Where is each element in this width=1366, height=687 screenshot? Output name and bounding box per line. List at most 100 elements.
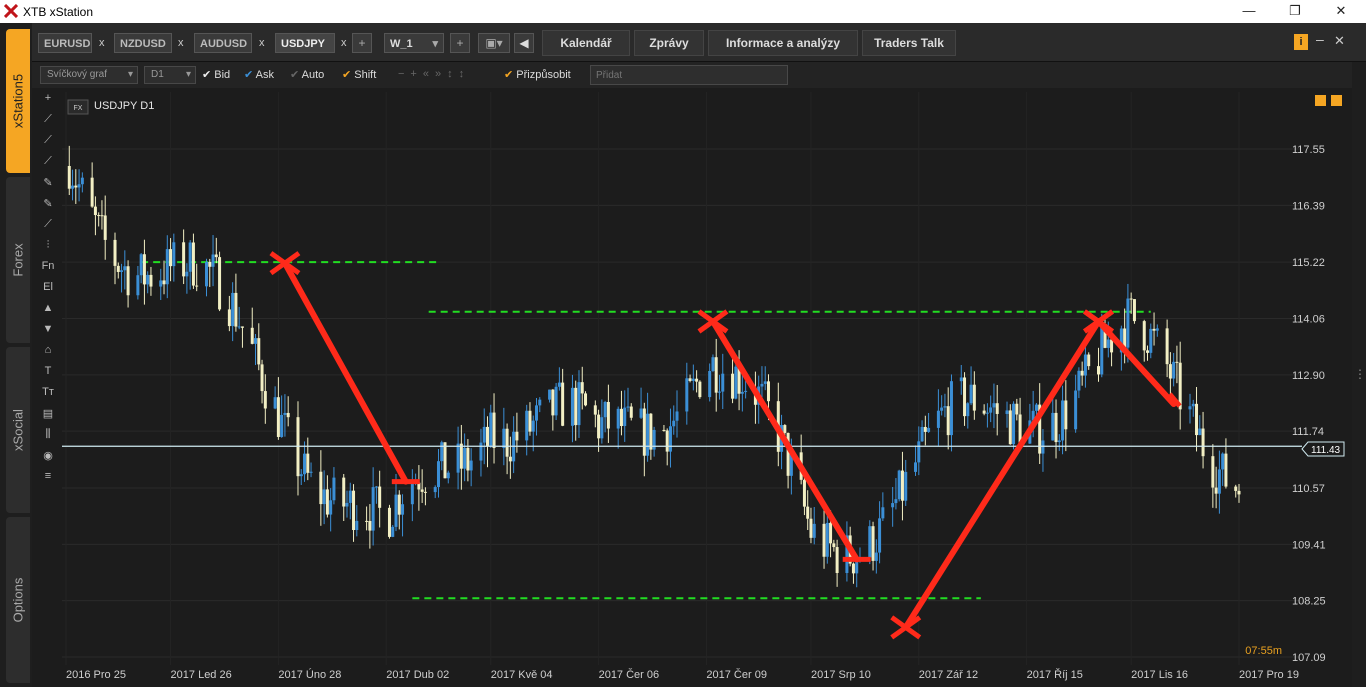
back-arrow-icon[interactable]: ◀: [514, 33, 534, 53]
candle-body: [306, 453, 310, 473]
candle-body: [1237, 490, 1241, 495]
side-tab-options[interactable]: Options: [6, 517, 30, 683]
drawing-tool-17-icon[interactable]: ◉: [38, 449, 58, 470]
x-tick-label: 2017 Pro 19: [1239, 669, 1299, 681]
candle-body: [812, 523, 816, 538]
candle-body: [1034, 404, 1038, 411]
drawing-tool-14-icon[interactable]: Tт: [38, 386, 58, 407]
drawing-tool-0-icon[interactable]: +: [38, 92, 58, 113]
close-tab-usdjpy-icon[interactable]: x: [341, 33, 347, 53]
drawing-tool-4-icon[interactable]: ✎: [38, 176, 58, 197]
bid-toggle[interactable]: ✔ Bid: [202, 68, 230, 81]
candle-body: [149, 274, 153, 287]
add-symbol-tab-button[interactable]: +: [352, 33, 372, 53]
close-tab-audusd-icon[interactable]: x: [259, 33, 265, 53]
drawing-tool-13-icon[interactable]: T: [38, 365, 58, 386]
check-icon: ✔: [342, 69, 352, 81]
analysis-button[interactable]: Informace a analýzy: [708, 30, 858, 56]
candle-body: [100, 215, 104, 217]
drawing-tool-16-icon[interactable]: ⫼: [38, 428, 58, 449]
drawing-tool-10-icon[interactable]: ▲: [38, 302, 58, 323]
x-tick-label: 2017 Kvě 04: [491, 669, 553, 681]
drawing-tool-15-icon[interactable]: ▤: [38, 407, 58, 428]
drawing-tool-9-icon[interactable]: El: [38, 281, 58, 302]
info-icon[interactable]: i: [1294, 34, 1308, 50]
minimize-button[interactable]: —: [1234, 2, 1264, 20]
x-tick-label: 2017 Zář 12: [919, 669, 978, 681]
candle-body: [914, 462, 918, 472]
current-price-label: 111.43: [1311, 445, 1341, 456]
zoom-controls[interactable]: −+«»↕↕: [398, 68, 470, 80]
candle-body: [806, 506, 810, 519]
candle-body: [1168, 364, 1172, 379]
drawing-tool-7-icon[interactable]: ⫶: [38, 239, 58, 260]
symbol-tab-nzdusd[interactable]: NZDUSD: [114, 33, 172, 53]
x-tick-label: 2017 Čer 06: [599, 668, 660, 681]
auto-toggle[interactable]: ✔ Auto: [290, 68, 324, 81]
symbol-tab-audusd[interactable]: AUDUSD: [194, 33, 252, 53]
drawing-tool-8-icon[interactable]: Fn: [38, 260, 58, 281]
candle-body: [946, 406, 950, 436]
news-button[interactable]: Zprávy: [634, 30, 704, 56]
drawing-tool-2-icon[interactable]: ⟋: [38, 134, 58, 155]
drawing-tool-6-icon[interactable]: ⟋: [38, 218, 58, 239]
drawing-tools: + ⟋ ⟋ ⟋ ✎ ✎ ⟋ ⫶ Fn El ▲ ▼ ⌂ T Tт ▤ ⫼ ◉ ≡: [38, 92, 58, 491]
price-chart[interactable]: 117.55 116.39 115.22 114.06 112.90 111.74 110.…: [62, 92, 1350, 687]
candle-body: [1087, 354, 1091, 367]
traders-talk-button[interactable]: Traders Talk: [862, 30, 956, 56]
candle-body: [904, 471, 908, 501]
candle-body: [619, 408, 623, 427]
add-workspace-button[interactable]: +: [450, 33, 470, 53]
calendar-button[interactable]: Kalendář: [542, 30, 630, 56]
symbol-tab-usdjpy[interactable]: USDJPY: [275, 33, 335, 53]
side-tab-xsocial[interactable]: xSocial: [6, 347, 30, 513]
candle-body: [894, 499, 898, 504]
drawing-tool-11-icon[interactable]: ▼: [38, 323, 58, 344]
customize-toggle[interactable]: ✔ Přizpůsobit: [504, 68, 571, 81]
candle-body: [675, 411, 679, 421]
close-tab-nzdusd-icon[interactable]: x: [178, 33, 184, 53]
chart-edit-icon[interactable]: [1315, 95, 1326, 106]
candle-body: [1110, 339, 1114, 353]
candle-body: [257, 338, 261, 365]
chart-toolbar: Svíčkový graf ▾ D1 ▾ ✔ Bid ✔ Ask ✔ Auto ✔ …: [32, 62, 1352, 88]
candle-body: [1201, 428, 1205, 457]
close-tab-eurusd-icon[interactable]: x: [99, 33, 105, 53]
side-tab-xstation5[interactable]: xStation5: [6, 29, 30, 173]
close-button[interactable]: ✕: [1326, 2, 1356, 20]
layout-menu-icon[interactable]: ▣▾: [478, 33, 510, 53]
add-indicator-input[interactable]: [590, 65, 788, 85]
timeframe-select[interactable]: D1 ▾: [144, 66, 196, 84]
shift-toggle[interactable]: ✔ Shift: [342, 68, 376, 81]
symbol-tab-eurusd[interactable]: EURUSD: [38, 33, 92, 53]
window-title: XTB xStation: [23, 5, 94, 19]
drawing-tool-5-icon[interactable]: ✎: [38, 197, 58, 218]
candle-body: [515, 431, 519, 441]
drawing-tool-18-icon[interactable]: ≡: [38, 470, 58, 491]
candle-body: [1142, 321, 1146, 351]
candle-body: [668, 426, 672, 452]
candle-body: [208, 261, 212, 267]
side-tab-forex[interactable]: Forex: [6, 177, 30, 343]
candle-body: [1097, 366, 1101, 375]
candle-body: [989, 407, 993, 413]
expand-handle-icon[interactable]: ⋮: [1354, 367, 1366, 381]
candle-body: [822, 523, 826, 557]
chart-type-select[interactable]: Svíčkový graf ▾: [40, 66, 138, 84]
panel-close-icon[interactable]: ✕: [1334, 33, 1345, 49]
restore-button[interactable]: ❐: [1280, 2, 1310, 20]
chart-close-icon[interactable]: [1331, 95, 1342, 106]
ask-toggle[interactable]: ✔ Ask: [244, 68, 274, 81]
candle-body: [240, 326, 244, 328]
y-tick-label: 109.41: [1292, 539, 1326, 551]
candle-body: [492, 412, 496, 449]
candle-body: [394, 494, 398, 527]
candle-body: [325, 489, 329, 515]
candle-body: [685, 378, 689, 412]
drawing-tool-3-icon[interactable]: ⟋: [38, 155, 58, 176]
drawing-tool-1-icon[interactable]: ⟋: [38, 113, 58, 134]
panel-minimize-icon[interactable]: –: [1316, 31, 1324, 47]
candle-body: [1152, 328, 1156, 331]
workspace-select[interactable]: W_1 ▾: [384, 33, 444, 53]
drawing-tool-12-icon[interactable]: ⌂: [38, 344, 58, 365]
